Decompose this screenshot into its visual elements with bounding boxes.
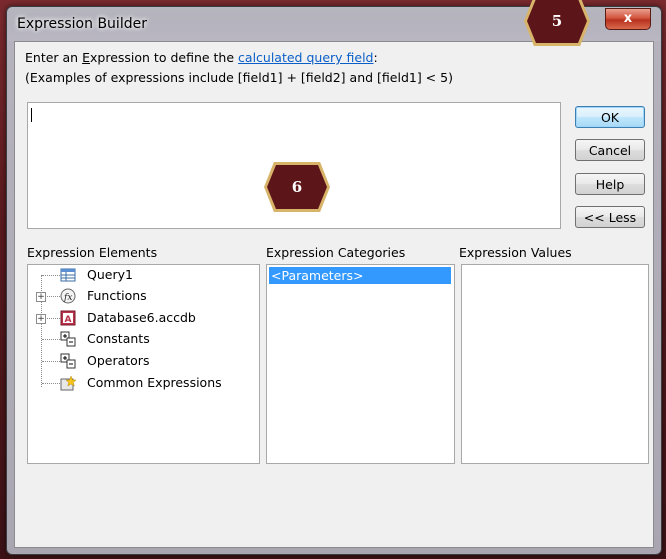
svg-text:A: A: [65, 315, 72, 325]
tree-line: [42, 383, 60, 384]
text-caret: [31, 108, 32, 122]
tree-item-functions[interactable]: + fx Functions: [28, 286, 248, 306]
tree-item-operators[interactable]: Operators: [28, 351, 248, 371]
tree-line: [42, 339, 60, 340]
constants-icon: [60, 331, 76, 347]
category-item-parameters[interactable]: <Parameters>: [269, 267, 451, 284]
window-title: Expression Builder: [17, 16, 147, 32]
dialog-body: Enter an Expression to define the calcul…: [14, 41, 654, 548]
tree-item-label: Operators: [87, 353, 150, 368]
database-icon: A: [60, 310, 76, 326]
tree-item-label: Functions: [87, 288, 147, 303]
tree-line: [47, 318, 60, 319]
tree-line: [42, 361, 60, 362]
expression-categories-list[interactable]: <Parameters>: [266, 264, 455, 464]
svg-text:fx: fx: [63, 293, 72, 303]
ok-button[interactable]: OK: [575, 106, 645, 128]
operators-icon: [60, 353, 76, 369]
annotation-badge-5: 5: [527, 0, 587, 43]
tree-item-label: Query1: [87, 267, 133, 282]
tree-line: [42, 275, 60, 276]
tree-item-query1[interactable]: Query1: [28, 265, 248, 285]
tree-item-common-expressions[interactable]: Common Expressions: [28, 373, 253, 393]
common-expressions-icon: [60, 375, 76, 391]
expression-values-list[interactable]: [461, 264, 649, 464]
expand-icon[interactable]: +: [36, 314, 46, 324]
tree-line: [47, 296, 60, 297]
tree-item-database[interactable]: + A Database6.accdb: [28, 308, 248, 328]
tree-item-label: Constants: [87, 331, 150, 346]
tree-item-constants[interactable]: Constants: [28, 329, 248, 349]
instruction-prefix: Enter an: [25, 50, 83, 65]
annotation-badge-6: 6: [267, 165, 327, 209]
instruction-line-2: (Examples of expressions include [field1…: [25, 70, 453, 85]
tree-item-label: Common Expressions: [87, 375, 222, 390]
query-icon: [60, 268, 76, 282]
instruction-line-1: Enter an Expression to define the calcul…: [25, 50, 378, 65]
calculated-query-field-link[interactable]: calculated query field: [238, 50, 373, 65]
instruction-mid: xpression to define the: [90, 50, 239, 65]
expression-elements-label: Expression Elements: [27, 245, 158, 260]
expression-builder-window: Expression Builder x Enter an Expression…: [6, 6, 662, 555]
expand-icon[interactable]: +: [36, 292, 46, 302]
less-button[interactable]: << Less: [575, 206, 645, 228]
close-button[interactable]: x: [605, 8, 651, 30]
expression-values-label: Expression Values: [459, 245, 572, 260]
help-button[interactable]: Help: [575, 173, 645, 195]
accelerator-e: E: [82, 50, 90, 65]
function-icon: fx: [60, 288, 76, 304]
cancel-button[interactable]: Cancel: [575, 139, 645, 161]
expression-categories-label: Expression Categories: [266, 245, 406, 260]
instruction-suffix: :: [373, 50, 378, 65]
tree-item-label: Database6.accdb: [87, 310, 196, 325]
expression-elements-tree[interactable]: Query1 + fx Functions + A Database6.accd…: [27, 264, 260, 464]
